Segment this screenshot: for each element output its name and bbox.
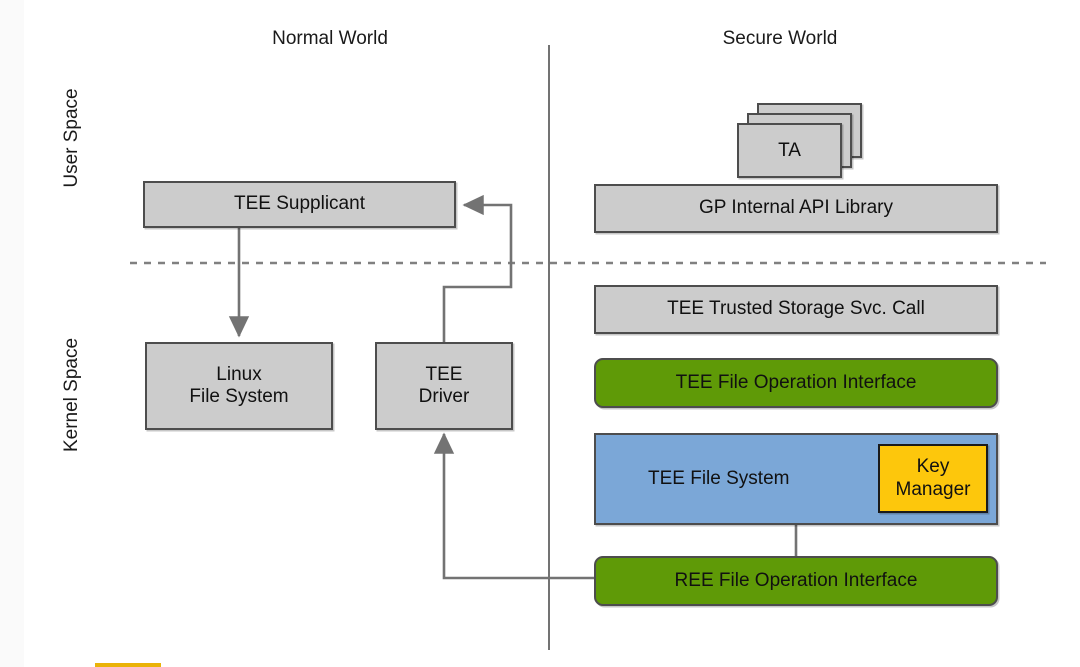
box-gp-internal-api-library[interactable]: GP Internal API Library (594, 184, 998, 233)
box-key-manager[interactable]: Key Manager (878, 444, 988, 513)
space-label-kernel-space: Kernel Space (61, 337, 82, 453)
box-ree-file-operation-interface[interactable]: REE File Operation Interface (594, 556, 998, 606)
ta-label: TA (778, 139, 801, 161)
ta-card-front[interactable]: TA (737, 123, 842, 178)
box-tee-driver[interactable]: TEE Driver (375, 342, 513, 430)
world-title-secure: Secure World (722, 28, 838, 49)
box-tee-file-operation-interface[interactable]: TEE File Operation Interface (594, 358, 998, 408)
space-label-user-space: User Space (61, 88, 82, 188)
footer-yellow-bar (95, 663, 161, 667)
tee-file-system-label: TEE File System (648, 467, 790, 489)
architecture-diagram: Normal World Secure World User Space Ker… (0, 0, 1080, 667)
world-title-normal: Normal World (272, 28, 388, 49)
ta-stack[interactable]: TA (737, 103, 862, 178)
box-tee-supplicant[interactable]: TEE Supplicant (143, 181, 456, 228)
box-tee-trusted-storage-svc-call[interactable]: TEE Trusted Storage Svc. Call (594, 285, 998, 334)
connector-ree-interface-to-tee-driver (433, 432, 594, 580)
box-linux-file-system[interactable]: Linux File System (145, 342, 333, 430)
